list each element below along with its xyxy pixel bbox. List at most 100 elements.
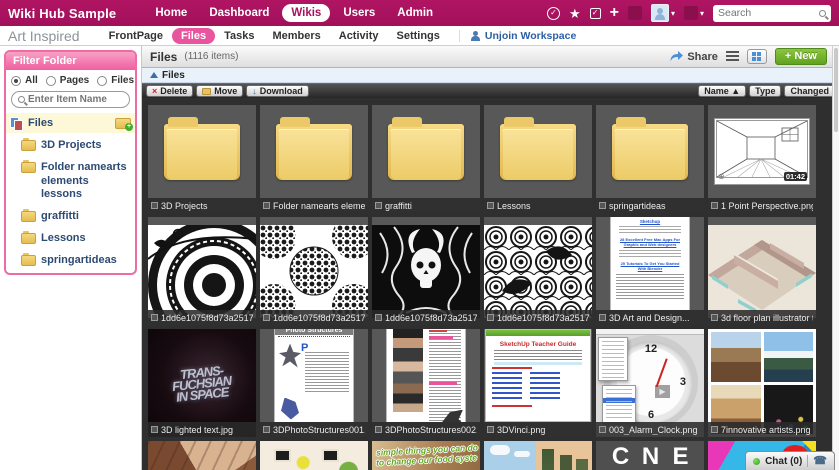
tile-checkbox[interactable]: [375, 426, 382, 433]
grid-view-button[interactable]: [747, 49, 767, 64]
tile-checkbox[interactable]: [599, 314, 606, 321]
chat-bar[interactable]: Chat (0) ☎: [745, 451, 835, 470]
tile-checkbox[interactable]: [599, 202, 606, 209]
tile-checkbox[interactable]: [375, 314, 382, 321]
file-tile[interactable]: 1dd6e1075f8d73a2517e82...: [372, 217, 480, 325]
file-tile[interactable]: 3DPhotoStructures002.jpg: [372, 329, 480, 437]
file-tile[interactable]: [148, 441, 256, 470]
magazine-page: Photo Structures P: [275, 329, 353, 422]
tile-checkbox[interactable]: [151, 314, 158, 321]
tile-checkbox[interactable]: [151, 202, 158, 209]
file-tile[interactable]: TRANS-FUCHSIANIN SPACE 3D lighted text.j…: [148, 329, 256, 437]
file-tile[interactable]: 3d floor plan illustrator thu...: [708, 217, 816, 325]
tab-settings[interactable]: Settings: [388, 28, 449, 44]
apps-swatch-icon[interactable]: [628, 6, 642, 20]
radio-pages[interactable]: [46, 76, 56, 86]
tree-folder-lessons[interactable]: Lessons: [11, 228, 130, 250]
tree-folder-namearts[interactable]: Folder namearts elements lessons: [11, 157, 130, 206]
file-tile[interactable]: 1dd6e1075f8d73a2517e82...: [484, 217, 592, 325]
tree-folder-springartideas[interactable]: springartideas: [11, 250, 130, 272]
move-button[interactable]: Move: [196, 85, 243, 97]
search-input[interactable]: [718, 7, 819, 19]
nav-wikis[interactable]: Wikis: [282, 4, 330, 22]
tile-checkbox[interactable]: [151, 426, 158, 433]
nav-home[interactable]: Home: [146, 4, 196, 22]
scrollbar-thumb[interactable]: [834, 48, 838, 132]
tile-checkbox[interactable]: [711, 202, 718, 209]
folder-up-icon[interactable]: [150, 72, 158, 78]
sort-name-button[interactable]: Name ▲: [698, 85, 746, 97]
file-tile[interactable]: Folder namearts elements l...: [260, 105, 368, 213]
radio-files[interactable]: [97, 76, 107, 86]
file-tile[interactable]: CTNZEC: [596, 441, 704, 470]
sort-type-button[interactable]: Type: [749, 85, 781, 97]
tile-checkbox[interactable]: [263, 202, 270, 209]
radio-files-label[interactable]: Files: [111, 75, 134, 86]
tasks-check-icon[interactable]: ✓: [590, 8, 601, 19]
add-icon[interactable]: +: [610, 6, 619, 20]
account-menu[interactable]: ▾: [651, 4, 675, 22]
tree-folder-graffitti[interactable]: graffitti: [11, 206, 130, 228]
scrollbar-track[interactable]: [832, 46, 839, 470]
recent-icon[interactable]: ✓: [547, 7, 560, 20]
tile-checkbox[interactable]: [487, 314, 494, 321]
share-button[interactable]: Share: [670, 51, 718, 63]
search-icon[interactable]: [819, 10, 826, 17]
file-tile[interactable]: 1dd6e1075f8d73a2517e82...: [148, 217, 256, 325]
file-thumbnail: simple things you can doto change our fo…: [372, 441, 480, 470]
file-tile[interactable]: springartideas: [596, 105, 704, 213]
tab-activity[interactable]: Activity: [330, 28, 388, 44]
radio-pages-label[interactable]: Pages: [60, 75, 89, 86]
tile-checkbox[interactable]: [711, 314, 718, 321]
file-tile[interactable]: [260, 441, 368, 470]
item-search-input[interactable]: [28, 94, 123, 105]
file-tile[interactable]: Photo Structures P 3DPhotoStructures001.…: [260, 329, 368, 437]
file-tile[interactable]: 7innovative artists.png: [708, 329, 816, 437]
folder-icon: [21, 140, 36, 151]
file-tile[interactable]: ⊕ 01:42 1 Point Perspective.png: [708, 105, 816, 213]
favorites-icon[interactable]: ★: [569, 7, 581, 20]
tree-folder-3d-projects[interactable]: 3D Projects: [11, 135, 130, 157]
tile-checkbox[interactable]: [263, 314, 270, 321]
breadcrumb-files[interactable]: Files: [162, 70, 185, 81]
download-button[interactable]: ↓Download: [246, 85, 309, 97]
tree-folder-label: 3D Projects: [41, 139, 102, 153]
file-tile[interactable]: 12 3 6 ▶ 003_Alarm_Clock.png: [596, 329, 704, 437]
unjoin-workspace-button[interactable]: Unjoin Workspace: [459, 30, 576, 42]
workspace-menu[interactable]: ▾: [684, 6, 704, 20]
nav-dashboard[interactable]: Dashboard: [200, 4, 278, 22]
file-tile[interactable]: graffitti: [372, 105, 480, 213]
file-tile[interactable]: [484, 441, 592, 470]
tile-checkbox[interactable]: [263, 426, 270, 433]
file-tile[interactable]: SketchUp Teacher Guide 3DVinci.png: [484, 329, 592, 437]
tile-checkbox[interactable]: [375, 202, 382, 209]
file-tile[interactable]: simple things you can doto change our fo…: [372, 441, 480, 470]
tab-members[interactable]: Members: [263, 28, 329, 44]
radio-all[interactable]: [11, 76, 21, 86]
tab-tasks[interactable]: Tasks: [215, 28, 263, 44]
file-tile[interactable]: Lessons: [484, 105, 592, 213]
tile-checkbox[interactable]: [599, 426, 606, 433]
avatar[interactable]: [651, 4, 669, 22]
list-view-icon[interactable]: [726, 51, 739, 62]
new-button[interactable]: + New: [775, 48, 827, 65]
nav-admin[interactable]: Admin: [388, 4, 442, 22]
file-tile[interactable]: 1dd6e1075f8d73a2517e82...: [260, 217, 368, 325]
tree-root-files[interactable]: Files: [6, 113, 135, 133]
tile-checkbox[interactable]: [711, 426, 718, 433]
radio-all-label[interactable]: All: [25, 75, 38, 86]
nav-users[interactable]: Users: [334, 4, 384, 22]
file-tile[interactable]: Sketchup 28 Excellent Free Mac Apps For …: [596, 217, 704, 325]
tab-files[interactable]: Files: [172, 28, 215, 44]
file-tile[interactable]: 3D Projects: [148, 105, 256, 213]
workspace-swatch-icon[interactable]: [684, 6, 698, 20]
tile-checkbox[interactable]: [487, 202, 494, 209]
tile-checkbox[interactable]: [487, 426, 494, 433]
sort-changed-button[interactable]: Changed: [784, 85, 835, 97]
tile-label-bar: springartideas: [596, 198, 704, 213]
add-folder-icon[interactable]: [115, 118, 131, 129]
files-panel: Files (1116 items) Share + New Files ×De…: [142, 46, 839, 470]
tab-frontpage[interactable]: FrontPage: [100, 28, 172, 44]
phone-icon[interactable]: ☎: [813, 456, 827, 467]
delete-button[interactable]: ×Delete: [146, 85, 193, 97]
